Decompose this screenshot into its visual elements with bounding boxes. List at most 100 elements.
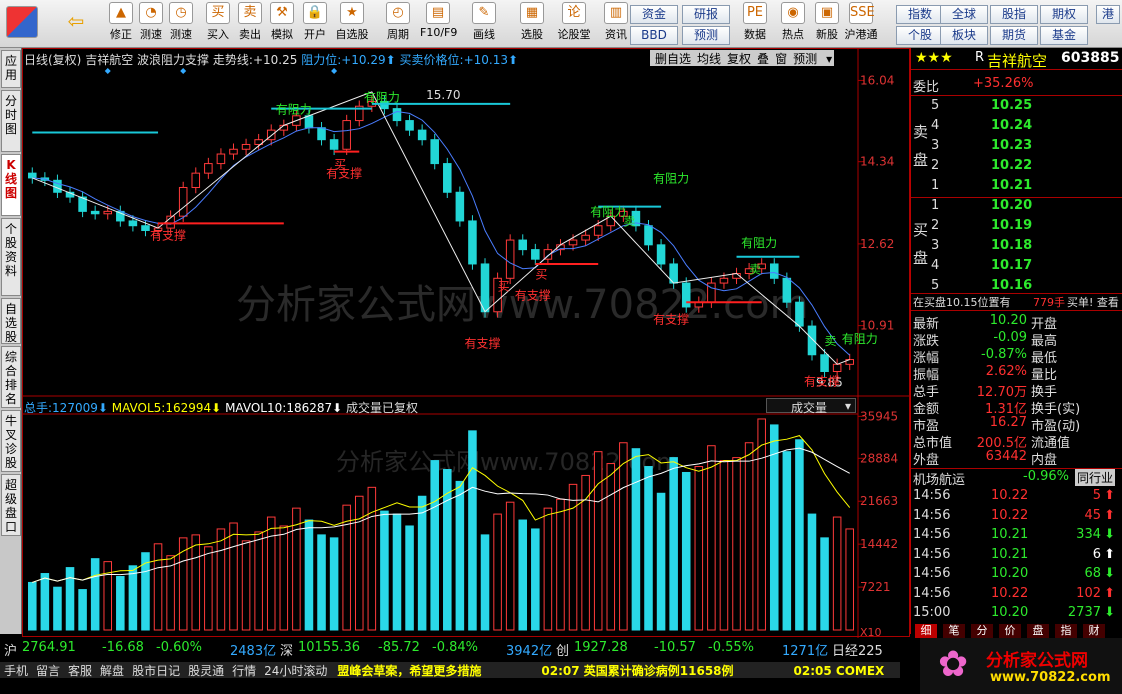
stat-row: 涨幅 -0.87% 最低 bbox=[911, 347, 1122, 366]
detail-tab-3[interactable]: 价 bbox=[999, 624, 1021, 638]
bottom-menu-item[interactable]: 客服 bbox=[68, 664, 92, 678]
toolbar-button-9[interactable]: ▤ F10/F9 bbox=[420, 2, 457, 46]
news-ticker[interactable]: 02:07 英国累计确诊病例11658例 bbox=[541, 664, 733, 678]
up-arrow-icon: ⬆ bbox=[1104, 507, 1115, 523]
left-tab-3[interactable]: 个股资料 bbox=[1, 218, 21, 296]
ask-row[interactable]: 4 10.24 bbox=[911, 118, 1122, 135]
bid-row[interactable]: 3 10.18 bbox=[911, 238, 1122, 255]
quick-button-8[interactable]: 个股 bbox=[896, 26, 944, 45]
toolbar-button-14[interactable]: PE 数据 bbox=[737, 2, 773, 46]
index-pct: -0.84% bbox=[432, 640, 478, 655]
bottom-menu-item[interactable]: 24小时滚动 bbox=[264, 664, 327, 678]
stock-title: ★★★ R 吉祥航空 603885 bbox=[911, 50, 1122, 70]
quick-button-2[interactable]: 指数 bbox=[896, 5, 944, 24]
hotspot-icon: ◉ bbox=[781, 2, 805, 24]
quick-button-7[interactable]: 预测 bbox=[682, 26, 730, 45]
bottom-menu-item[interactable]: 手机 bbox=[4, 664, 28, 678]
left-tab-5[interactable]: 综合排名 bbox=[1, 346, 21, 408]
detail-tab-6[interactable]: 财 bbox=[1083, 624, 1105, 638]
industry-button[interactable]: 同行业 bbox=[1075, 469, 1116, 486]
detail-tab-5[interactable]: 指 bbox=[1055, 624, 1077, 638]
toolbar-button-2[interactable]: ◷ 测速 bbox=[163, 2, 199, 46]
toolbar-button-12[interactable]: 论论股堂 bbox=[556, 2, 592, 46]
bid-row[interactable]: 4 10.17 bbox=[911, 258, 1122, 275]
news-ticker[interactable]: 02:05 COMEX bbox=[794, 664, 885, 678]
support-label: 有支撑 bbox=[515, 287, 551, 302]
forum-icon: 论 bbox=[562, 2, 586, 24]
detail-tabs: 细笔分价盘指财 bbox=[911, 624, 1122, 638]
tick-row: 14:56 10.21 6 ⬆ bbox=[911, 547, 1122, 564]
bottom-menu-item[interactable]: 解盘 bbox=[100, 664, 124, 678]
bid-row[interactable]: 1 10.20 bbox=[911, 198, 1122, 215]
volume-axis-label: 7221 bbox=[860, 580, 891, 594]
left-tab-4[interactable]: 自选股 bbox=[1, 298, 21, 344]
ask-level: 5 bbox=[931, 98, 940, 113]
index-label: 深 bbox=[280, 644, 294, 659]
buy-signal: 买 bbox=[535, 267, 547, 281]
detail-tab-0[interactable]: 细 bbox=[915, 624, 937, 638]
left-tab-0[interactable]: 应用 bbox=[1, 50, 21, 88]
bid-level: 1 bbox=[931, 198, 940, 213]
candle-body bbox=[820, 354, 829, 372]
detail-tab-4[interactable]: 盘 bbox=[1027, 624, 1049, 638]
left-tab-2[interactable]: K线图 bbox=[1, 154, 21, 216]
quick-button-12[interactable]: 港 bbox=[1096, 5, 1120, 24]
toolbar-button-6[interactable]: 🔒 开户 bbox=[297, 2, 333, 46]
index-change: -85.72 bbox=[378, 640, 420, 655]
bottom-menu: 手机 留言 客服 解盘 股市日记 股灵通 行情 24小时滚动 盟峰会草案，希望更多措施 02:07… bbox=[0, 662, 900, 678]
left-tab-6[interactable]: 牛叉诊股 bbox=[1, 410, 21, 472]
toolbar-button-5[interactable]: ⚒ 模拟 bbox=[264, 2, 300, 46]
quick-button-10[interactable]: 期货 bbox=[990, 26, 1038, 45]
left-tab-1[interactable]: 分时图 bbox=[1, 90, 21, 152]
toolbar-button-7[interactable]: ★ 自选股 bbox=[334, 2, 370, 46]
quick-button-6[interactable]: BBD bbox=[630, 26, 678, 45]
quick-button-0[interactable]: 资金 bbox=[630, 5, 678, 24]
bid-row[interactable]: 2 10.19 bbox=[911, 218, 1122, 235]
toolbar-button-3[interactable]: 买买入 bbox=[200, 2, 236, 46]
sell-signal: 卖 bbox=[623, 215, 635, 229]
toolbar-button-13[interactable]: ▥ 资讯 bbox=[598, 2, 634, 46]
ask-row[interactable]: 3 10.23 bbox=[911, 138, 1122, 155]
indicator-select[interactable]: 成交量 ▾ bbox=[766, 398, 856, 415]
bottom-menu-item[interactable]: 股灵通 bbox=[188, 664, 224, 678]
position-notice[interactable]: 在买盘10.15位置有 779手 买单! 查看 bbox=[911, 293, 1122, 311]
flower-logo-icon: ✿ bbox=[938, 644, 969, 685]
tick-row: 14:56 10.22 102 ⬆ bbox=[911, 586, 1122, 603]
toolbar-button-4[interactable]: 卖卖出 bbox=[232, 2, 268, 46]
toolbar-button-8[interactable]: ◴ 周期 bbox=[380, 2, 416, 46]
sell-icon: 卖 bbox=[238, 2, 262, 24]
kline-chart[interactable]: 日线(复权) 吉祥航空 波浪阻力支撑 走势线:+10.25 阻力位:+10.29… bbox=[22, 48, 910, 638]
quick-button-5[interactable]: 期权 bbox=[1040, 5, 1088, 24]
back-button[interactable]: ⇦ bbox=[58, 2, 94, 46]
ask-price: 10.25 bbox=[991, 98, 1033, 113]
bottom-menu-item[interactable]: 行情 bbox=[232, 664, 256, 678]
quick-button-3[interactable]: 全球 bbox=[940, 5, 988, 24]
lock-icon: 🔒 bbox=[303, 2, 327, 24]
quick-button-11[interactable]: 基金 bbox=[1040, 26, 1088, 45]
r-prefix: R bbox=[975, 50, 985, 65]
tick-row: 14:56 10.21 334 ⬇ bbox=[911, 527, 1122, 544]
detail-tab-1[interactable]: 笔 bbox=[943, 624, 965, 638]
bottom-menu-item[interactable]: 留言 bbox=[36, 664, 60, 678]
toolbar-button-17[interactable]: SSE 沪港通 bbox=[843, 2, 879, 46]
toolbar-button-15[interactable]: ◉ 热点 bbox=[775, 2, 811, 46]
ask-row[interactable]: 1 10.21 bbox=[911, 178, 1122, 195]
toolbar-button-11[interactable]: ▦ 选股 bbox=[514, 2, 550, 46]
ask-row[interactable]: 2 10.22 bbox=[911, 158, 1122, 175]
quick-button-9[interactable]: 板块 bbox=[940, 26, 988, 45]
tick-price: 10.21 bbox=[991, 527, 1029, 542]
stat-row: 振幅 2.62% 量比 bbox=[911, 364, 1122, 383]
left-tab-7[interactable]: 超级盘口 bbox=[1, 474, 21, 536]
volume-bar bbox=[266, 516, 276, 631]
ask-row[interactable]: 5 10.25 bbox=[911, 98, 1122, 115]
news-icon: ▥ bbox=[604, 2, 628, 24]
bottom-menu-item[interactable]: 股市日记 bbox=[132, 664, 180, 678]
volume-bar bbox=[719, 460, 729, 631]
quick-button-4[interactable]: 股指 bbox=[990, 5, 1038, 24]
toolbar-button-16[interactable]: ▣ 新股 bbox=[809, 2, 845, 46]
detail-tab-2[interactable]: 分 bbox=[971, 624, 993, 638]
news-ticker[interactable]: 盟峰会草案，希望更多措施 bbox=[337, 664, 481, 678]
toolbar-button-10[interactable]: ✎ 画线 bbox=[466, 2, 502, 46]
candle-body bbox=[417, 129, 427, 141]
quick-button-1[interactable]: 研报 bbox=[682, 5, 730, 24]
